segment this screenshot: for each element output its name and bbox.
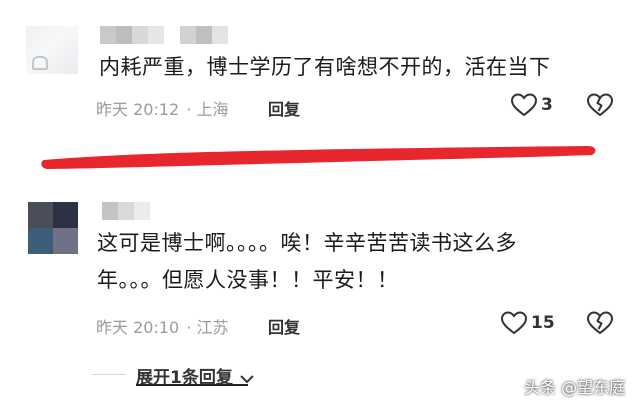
avatar[interactable] (28, 202, 78, 254)
comment-text-line2: 年。。。但愿人没事！！平安！！ (97, 268, 399, 292)
reply-button[interactable]: 回复 (268, 314, 300, 338)
expand-underline (136, 384, 248, 386)
user-tag-redacted (180, 26, 228, 44)
username-redacted (102, 202, 150, 220)
heart-outline-icon (500, 311, 528, 335)
comment-meta: 昨天 20:12 · 上海 (96, 96, 229, 120)
comment-text-line1: 这可是博士啊。。。。唉！辛辛苦苦读书这么多 (97, 231, 517, 255)
avatar[interactable] (26, 26, 78, 74)
broken-heart-icon (586, 93, 614, 117)
like-count: 15 (531, 313, 555, 333)
comment-meta: 昨天 20:10 · 江苏 (96, 314, 229, 338)
chevron-down-icon (240, 374, 254, 383)
comment-location: 江苏 (196, 318, 229, 337)
dot-separator: · (186, 318, 192, 337)
comment-time: 昨天 20:12 (96, 100, 180, 119)
like-button[interactable] (510, 92, 538, 118)
comment-time: 昨天 20:10 (96, 318, 180, 337)
comment-location: 上海 (196, 100, 229, 119)
dislike-button[interactable] (586, 310, 614, 336)
dislike-button[interactable] (586, 92, 614, 118)
like-count: 3 (541, 95, 553, 115)
reply-button[interactable]: 回复 (268, 96, 300, 120)
red-highlight-stroke (41, 146, 596, 169)
username-redacted (100, 26, 164, 44)
dot-separator: · (186, 100, 192, 119)
broken-heart-icon (586, 311, 614, 335)
expand-divider (92, 374, 126, 375)
comment-text: 内耗严重，博士学历了有啥想不开的，活在当下 (99, 55, 551, 79)
like-button[interactable] (500, 310, 528, 336)
watermark: 头条 @望东庭 (524, 378, 626, 397)
heart-outline-icon (510, 93, 538, 117)
